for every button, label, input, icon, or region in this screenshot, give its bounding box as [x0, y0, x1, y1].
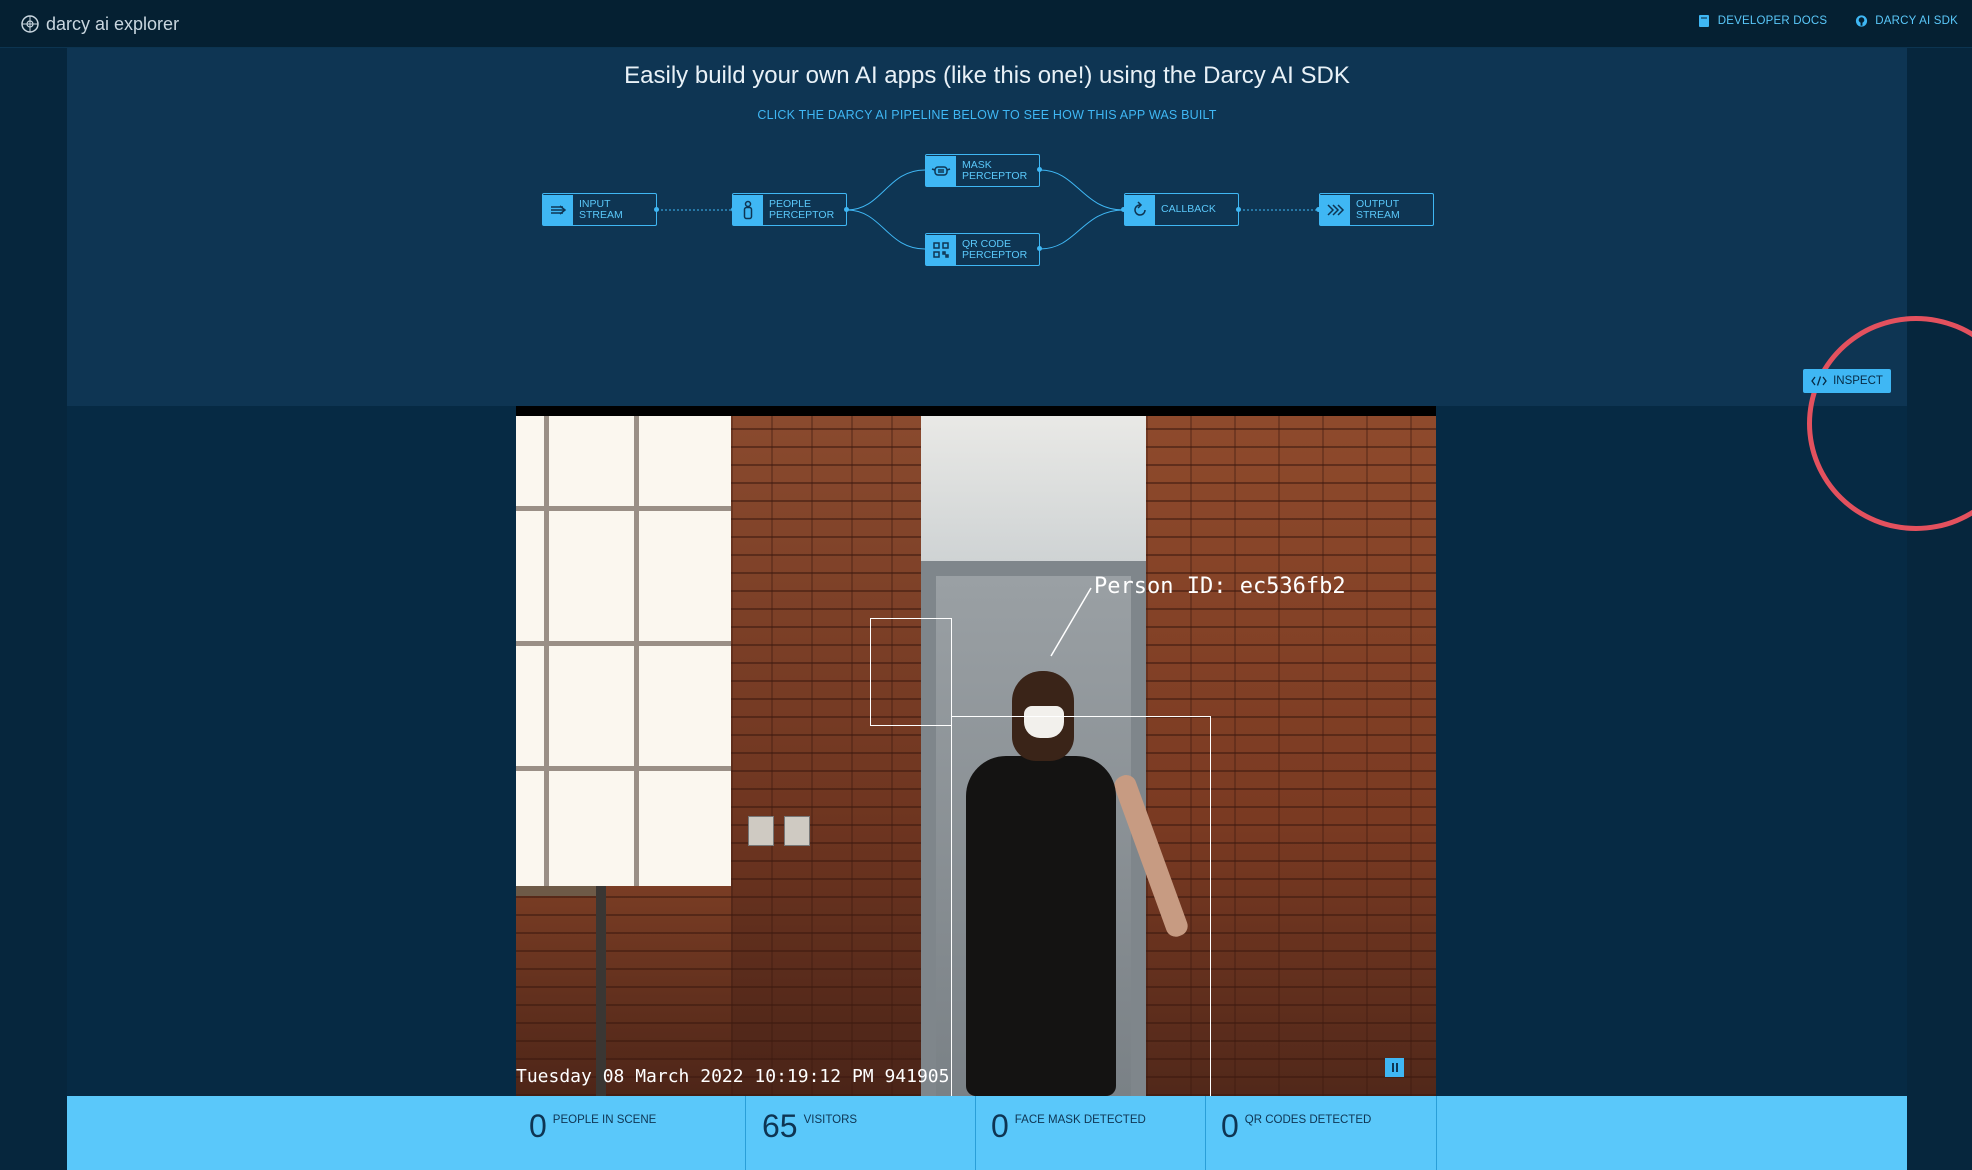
- stat-label: FACE MASK DETECTED: [1014, 1114, 1146, 1126]
- mask-icon: [926, 155, 956, 186]
- node-label: QR CODE PERCEPTOR: [962, 238, 1028, 261]
- inspect-button[interactable]: INSPECT: [1803, 369, 1891, 393]
- highlight-circle: [1807, 316, 1972, 531]
- connector-dot: [1037, 246, 1042, 251]
- stat-value: 0: [991, 1108, 1009, 1144]
- pipeline-connectors: [657, 169, 1319, 250]
- connector-dot: [654, 207, 659, 212]
- node-label: CALLBACK: [1161, 203, 1216, 216]
- video-timestamp: Tuesday 08 March 2022 10:19:12 PM 941905: [516, 1066, 950, 1087]
- stat-value: 65: [762, 1108, 798, 1144]
- input-arrow-icon: [543, 194, 573, 225]
- stat-face-mask-detected: 0 FACE MASK DETECTED: [976, 1096, 1206, 1170]
- connector-dot: [1236, 207, 1241, 212]
- pipeline-node-output-stream[interactable]: OUTPUT STREAM: [1319, 193, 1434, 226]
- node-label: INPUT STREAM: [579, 198, 623, 221]
- main-frame: Easily build your own AI apps (like this…: [67, 48, 1972, 1170]
- book-icon: [1698, 15, 1709, 27]
- darcy-logo-icon: [21, 15, 39, 33]
- stat-label: QR CODES DETECTED: [1244, 1114, 1372, 1126]
- developer-docs-label: DEVELOPER DOCS: [1717, 15, 1828, 27]
- pipeline-panel: Easily build your own AI apps (like this…: [67, 48, 1972, 531]
- brand-name: darcy ai explorer: [46, 13, 180, 34]
- output-arrows-icon: [1320, 194, 1350, 225]
- top-bar: darcy ai explorer DEVELOPER DOCS DARCY A…: [0, 0, 1972, 48]
- stat-people-in-scene: 0 PEOPLE IN SCENE: [515, 1096, 746, 1170]
- camera-feed: Person ID: ec536fb2 Tuesday 08 March 202…: [516, 406, 1436, 1096]
- person-id-leader-line: [1050, 587, 1092, 657]
- person-icon: [733, 194, 763, 225]
- connector-dot: [1037, 167, 1042, 172]
- page-title: Easily build your own AI apps (like this…: [624, 62, 1350, 89]
- pipeline-node-people-perceptor[interactable]: PEOPLE PERCEPTOR: [732, 193, 847, 226]
- pipeline-instructions: CLICK THE DARCY AI PIPELINE BELOW TO SEE…: [757, 108, 1217, 122]
- darcy-ai-sdk-label: DARCY AI SDK: [1875, 15, 1958, 27]
- pipeline-node-mask-perceptor[interactable]: MASK PERCEPTOR: [925, 154, 1040, 187]
- stat-qr-codes-detected: 0 QR CODES DETECTED: [1206, 1096, 1437, 1170]
- code-icon: [1811, 376, 1827, 386]
- darcy-ai-sdk-link[interactable]: DARCY AI SDK: [1855, 14, 1958, 28]
- stat-value: 0: [1221, 1108, 1239, 1144]
- person-id-label: Person ID: ec536fb2: [1094, 574, 1346, 599]
- connector-dot: [844, 207, 849, 212]
- callback-icon: [1125, 194, 1155, 225]
- pipeline-node-callback[interactable]: CALLBACK: [1124, 193, 1239, 226]
- inspect-label: INSPECT: [1833, 375, 1883, 387]
- stat-value: 0: [529, 1108, 547, 1144]
- stat-visitors: 65 VISITORS: [746, 1096, 976, 1170]
- nav-links: DEVELOPER DOCS DARCY AI SDK: [1698, 14, 1958, 28]
- pause-icon[interactable]: [1385, 1058, 1404, 1077]
- pipeline-node-input-stream[interactable]: INPUT STREAM: [542, 193, 657, 226]
- stat-label: VISITORS: [803, 1114, 858, 1126]
- node-label: OUTPUT STREAM: [1356, 198, 1400, 221]
- pipeline-node-qr-code-perceptor[interactable]: QR CODE PERCEPTOR: [925, 233, 1040, 266]
- qr-code-icon: [926, 234, 956, 265]
- node-label: PEOPLE PERCEPTOR: [769, 198, 835, 221]
- github-icon: [1856, 15, 1868, 27]
- node-label: MASK PERCEPTOR: [962, 159, 1028, 182]
- brand-logo[interactable]: darcy ai explorer: [20, 11, 179, 37]
- developer-docs-link[interactable]: DEVELOPER DOCS: [1698, 14, 1828, 28]
- stats-bar: 0 PEOPLE IN SCENE 65 VISITORS 0 FACE MAS…: [67, 1096, 1907, 1170]
- stat-label: PEOPLE IN SCENE: [552, 1114, 657, 1126]
